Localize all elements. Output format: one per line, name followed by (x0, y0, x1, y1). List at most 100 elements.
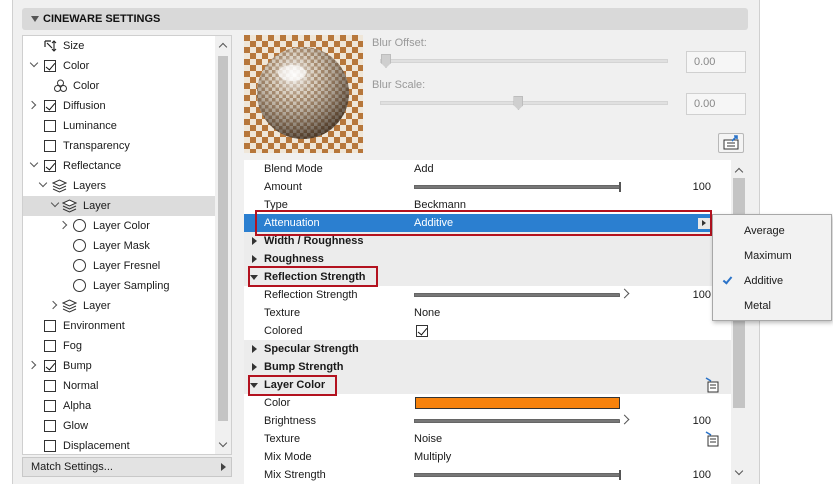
brightness-slider[interactable] (414, 414, 630, 425)
slider-handle[interactable] (619, 182, 621, 192)
attenuation-dropdown[interactable]: Additive (414, 214, 453, 232)
tree-item-glow[interactable]: Glow (23, 416, 217, 436)
bump-checkbox[interactable] (44, 360, 56, 372)
prop-row-colored[interactable]: Colored (244, 322, 731, 340)
prop-number[interactable]: 100 (693, 466, 711, 484)
tree-item-layer-2[interactable]: Layer (23, 296, 217, 316)
scroll-up-icon[interactable] (218, 42, 228, 52)
group-layer-color[interactable]: Layer Color (244, 376, 731, 394)
prop-value[interactable]: None (414, 304, 440, 322)
tree-item-layer-fresnel[interactable]: Layer Fresnel (23, 256, 217, 276)
tree-item-transparency[interactable]: Transparency (23, 136, 217, 156)
environment-checkbox[interactable] (44, 320, 56, 332)
tree-item-layer-sampling[interactable]: Layer Sampling (23, 276, 217, 296)
slider-handle-icon[interactable] (619, 414, 630, 425)
prop-row-amount[interactable]: Amount 100 (244, 178, 731, 196)
collapsed-triangle-icon[interactable] (252, 363, 257, 371)
luminance-checkbox[interactable] (44, 120, 56, 132)
tree-item-color[interactable]: Color (23, 56, 217, 76)
tree-item-layer-selected[interactable]: Layer (23, 196, 217, 216)
prop-row-blend-mode[interactable]: Blend Mode Add (244, 160, 731, 178)
tree-scrollbar[interactable] (215, 36, 231, 454)
color-swatch[interactable] (415, 397, 620, 409)
tree-item-luminance[interactable]: Luminance (23, 116, 217, 136)
scroll-thumb[interactable] (218, 56, 228, 421)
tree-item-layer-color[interactable]: Layer Color (23, 216, 217, 236)
prop-row-color[interactable]: Color (244, 394, 731, 412)
tree-item-fog[interactable]: Fog (23, 336, 217, 356)
alpha-checkbox[interactable] (44, 400, 56, 412)
normal-checkbox[interactable] (44, 380, 56, 392)
group-roughness[interactable]: Roughness (244, 250, 731, 268)
prop-number[interactable]: 100 (693, 412, 711, 430)
expand-chevron-icon[interactable] (38, 178, 48, 188)
tree-item-layers[interactable]: Layers (23, 176, 217, 196)
blur-scale-field[interactable]: 0.00 (686, 93, 746, 115)
expand-chevron-icon[interactable] (27, 360, 37, 370)
displacement-checkbox[interactable] (44, 440, 56, 452)
expand-chevron-icon[interactable] (48, 300, 58, 310)
prop-row-reflection-strength[interactable]: Reflection Strength 100 (244, 286, 731, 304)
preset-button[interactable] (718, 133, 744, 153)
mix-strength-slider[interactable] (414, 470, 621, 480)
property-grid-scrollbar[interactable] (731, 160, 747, 484)
prop-number[interactable]: 100 (693, 178, 711, 196)
prop-row-texture-2[interactable]: Texture Noise (244, 430, 731, 448)
collapsed-triangle-icon[interactable] (252, 237, 257, 245)
tree-item-bump[interactable]: Bump (23, 356, 217, 376)
prop-row-mix-mode[interactable]: Mix Mode Multiply (244, 448, 731, 466)
reflectance-checkbox[interactable] (44, 160, 56, 172)
scroll-down-icon[interactable] (218, 438, 228, 448)
tree-item-layer-mask[interactable]: Layer Mask (23, 236, 217, 256)
scroll-down-icon[interactable] (734, 466, 744, 476)
menu-item-metal[interactable]: Metal (713, 294, 831, 318)
glow-checkbox[interactable] (44, 420, 56, 432)
prop-row-attenuation[interactable]: Attenuation Additive (244, 214, 731, 232)
tree-item-color-sub[interactable]: Color (23, 76, 217, 96)
tree-item-size[interactable]: Size (23, 36, 217, 56)
group-width-roughness[interactable]: Width / Roughness (244, 232, 731, 250)
expand-chevron-icon[interactable] (58, 220, 68, 230)
expand-chevron-icon[interactable] (29, 158, 39, 168)
group-bump-strength[interactable]: Bump Strength (244, 358, 731, 376)
prop-value[interactable]: Add (414, 160, 434, 178)
prop-row-mix-strength[interactable]: Mix Strength 100 (244, 466, 731, 484)
expand-chevron-icon[interactable] (50, 198, 60, 208)
group-specular-strength[interactable]: Specular Strength (244, 340, 731, 358)
slider-handle-icon[interactable] (619, 288, 630, 299)
prop-value[interactable]: Beckmann (414, 196, 466, 214)
preset-list-icon[interactable] (705, 431, 720, 447)
blur-offset-field[interactable]: 0.00 (686, 51, 746, 73)
transparency-checkbox[interactable] (44, 140, 56, 152)
diffusion-checkbox[interactable] (44, 100, 56, 112)
tree-item-normal[interactable]: Normal (23, 376, 217, 396)
collapsed-triangle-icon[interactable] (252, 345, 257, 353)
color-checkbox[interactable] (44, 60, 56, 72)
menu-item-maximum[interactable]: Maximum (713, 244, 831, 268)
expand-chevron-icon[interactable] (27, 100, 37, 110)
prop-value[interactable]: Multiply (414, 448, 451, 466)
group-reflection-strength[interactable]: Reflection Strength (244, 268, 731, 286)
tree-item-environment[interactable]: Environment (23, 316, 217, 336)
match-settings-button[interactable]: Match Settings... (22, 457, 232, 477)
colored-checkbox[interactable] (416, 325, 428, 337)
expanded-triangle-icon[interactable] (250, 383, 258, 388)
prop-row-type[interactable]: Type Beckmann (244, 196, 731, 214)
dropdown-arrow-icon[interactable] (698, 218, 710, 229)
preset-list-icon[interactable] (705, 377, 720, 393)
expanded-triangle-icon[interactable] (250, 275, 258, 280)
prop-number[interactable]: 100 (693, 286, 711, 304)
scroll-up-icon[interactable] (734, 167, 744, 177)
tree-item-displacement[interactable]: Displacement (23, 436, 217, 454)
menu-item-average[interactable]: Average (713, 219, 831, 243)
menu-item-additive[interactable]: Additive (713, 269, 831, 293)
blur-scale-slider[interactable] (380, 96, 668, 110)
prop-value[interactable]: Noise (414, 430, 442, 448)
blur-offset-slider[interactable] (380, 54, 668, 68)
amount-slider[interactable] (414, 182, 621, 192)
prop-row-texture[interactable]: Texture None (244, 304, 731, 322)
expand-chevron-icon[interactable] (29, 58, 39, 68)
reflection-strength-slider[interactable] (414, 288, 630, 299)
tree-item-diffusion[interactable]: Diffusion (23, 96, 217, 116)
prop-row-brightness[interactable]: Brightness 100 (244, 412, 731, 430)
